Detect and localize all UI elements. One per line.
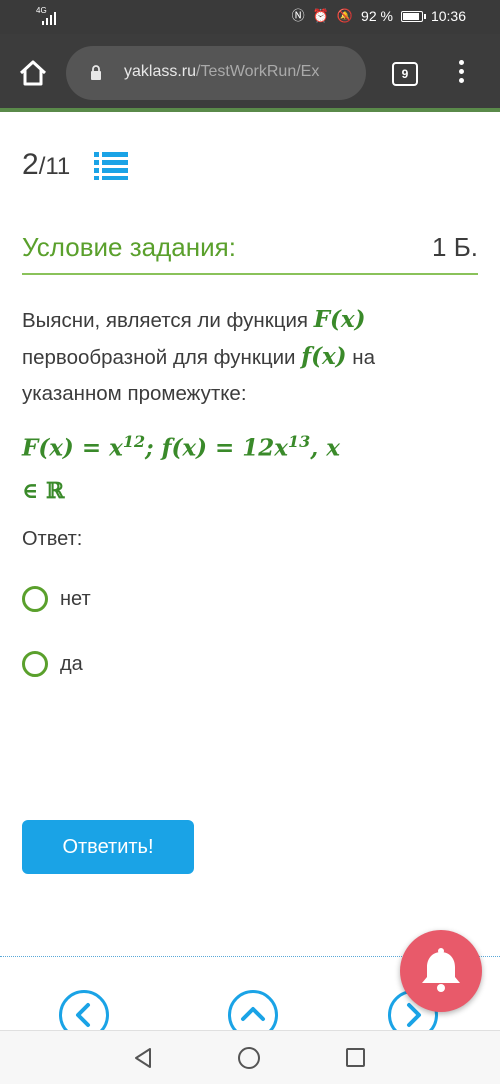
task-points: 1 Б. [432,232,478,262]
system-navigation-bar [0,1030,500,1084]
question-list-icon[interactable] [94,150,128,180]
url-text: yaklass.ru/TestWorkRun/Ex [124,63,360,81]
url-path: /TestWorkRun/Ex [196,63,320,80]
formula-line-2: ∈ ℝ [22,478,65,504]
notifications-button[interactable] [400,930,482,1012]
total-questions: /11 [38,153,71,180]
title-divider [22,273,478,275]
question-part-1: Выясни, является ли функция [22,309,314,332]
clock: 10:36 [430,8,466,24]
bell-icon [422,948,460,992]
question-part-2: первообразной для функции [22,346,302,369]
formula-F-part: F(x) = x [22,434,123,462]
signal-indicator: 4G [36,6,56,25]
more-menu-icon[interactable] [454,60,468,86]
lock-icon [91,65,101,80]
function-f: f(x) [301,343,347,370]
recent-apps-icon[interactable] [346,1048,365,1067]
formula-exponent-1: 12 [122,432,146,451]
formula-f-part: ; f(x) = 12x [145,434,288,462]
radio-button[interactable] [22,651,48,677]
submit-answer-button[interactable]: Ответить! [22,820,194,874]
question-counter: 2/11 [22,148,70,182]
option-yes[interactable]: да [22,651,83,677]
network-type: 4G [36,6,47,15]
status-bar: 4G Ⓝ ⏰ 🔕 92 % 10:36 [0,0,500,34]
browser-toolbar: yaklass.ru/TestWorkRun/Ex 9 [0,34,500,112]
question-text: Выясни, является ли функция F(x) первооб… [22,302,462,412]
tab-switcher-button[interactable]: 9 [392,62,418,86]
url-domain: yaklass.ru [124,63,197,80]
current-question-number: 2 [22,148,39,181]
answer-label: Ответ: [22,528,83,550]
alarm-icon: ⏰ [312,8,329,23]
address-bar[interactable]: yaklass.ru/TestWorkRun/Ex [66,46,366,100]
mute-icon: 🔕 [336,8,354,23]
formula-exponent-2: 13 [287,432,311,451]
option-no[interactable]: нет [22,586,91,612]
battery-percent: 92 % [361,8,393,24]
formula-line-1: F(x) = x12; f(x) = 12x13, x [22,432,340,462]
battery-icon [400,10,426,22]
nfc-icon: Ⓝ [291,8,305,23]
radio-button[interactable] [22,586,48,612]
home-icon[interactable] [18,58,48,88]
function-F: F(x) [313,306,366,333]
task-title: Условие задания: [22,232,236,262]
option-label: да [60,652,83,675]
back-icon[interactable] [132,1047,154,1069]
option-label: нет [60,587,91,610]
home-nav-icon[interactable] [238,1047,260,1069]
formula-x-part: , x [310,434,340,462]
